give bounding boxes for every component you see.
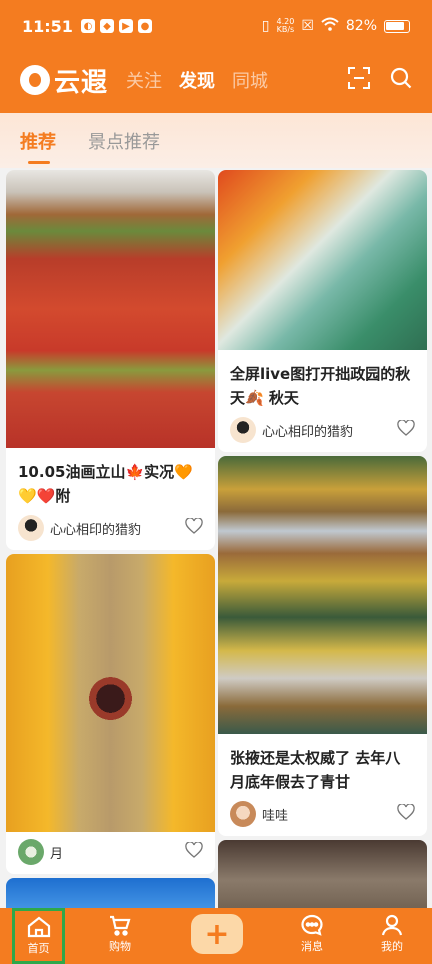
- battery-percent: 82%: [345, 18, 377, 34]
- card-image: [218, 840, 427, 908]
- logo-icon: [20, 65, 50, 95]
- heart-icon[interactable]: [397, 419, 415, 440]
- card-author: 哇哇: [262, 808, 289, 824]
- status-time: 11:51: [22, 16, 73, 36]
- card-image: [6, 878, 215, 908]
- top-nav-follow[interactable]: 关注: [126, 67, 162, 93]
- heart-icon[interactable]: [185, 517, 203, 538]
- top-nav-local[interactable]: 同城: [232, 67, 268, 93]
- net-speed: 4.20 KB/s: [277, 18, 295, 34]
- feed-card[interactable]: 张掖还是太权威了 去年八月底年假去了青甘 哇哇: [218, 456, 427, 836]
- card-author: 心心相印的猎豹: [262, 424, 354, 440]
- avatar: [18, 515, 44, 541]
- nav-shopping-label: 购物: [109, 940, 131, 953]
- play-notification-icon: ▶: [118, 19, 133, 33]
- home-icon: [27, 916, 50, 938]
- search-icon[interactable]: [390, 67, 412, 93]
- app-notification-icon: ◆: [99, 19, 114, 33]
- notification-icons: ◐ ◆ ▶ ●: [80, 19, 152, 33]
- card-image: [6, 554, 215, 832]
- top-nav: 关注 发现 同城: [126, 67, 268, 93]
- app-notification-icon: ◐: [80, 19, 95, 33]
- sim-off-icon: ☒: [301, 18, 314, 34]
- card-title: 10.05油画立山🍁实况🧡💛❤️附: [18, 463, 193, 505]
- card-title: 全屏live图打开拙政园的秋天🍂 秋天: [230, 365, 411, 407]
- card-image: [6, 170, 215, 448]
- tab-recommend[interactable]: 推荐: [20, 128, 56, 164]
- card-meta: 月: [6, 832, 215, 872]
- scan-icon[interactable]: [348, 67, 370, 93]
- status-bar: 11:51 ◐ ◆ ▶ ● ▯ 4.20 KB/s ☒ 82%: [0, 0, 432, 52]
- card-author: 月: [50, 846, 64, 862]
- app-notification-icon: ●: [137, 19, 152, 33]
- app-logo: 云遐: [20, 62, 108, 99]
- battery-icon: [384, 19, 410, 33]
- nav-messages-label: 消息: [301, 940, 323, 953]
- user-icon: [381, 914, 403, 936]
- top-nav-row: 云遐 关注 发现 同城: [0, 52, 432, 108]
- avatar: [230, 801, 256, 827]
- card-meta: 心心相印的猎豹: [6, 508, 215, 548]
- card-author: 心心相印的猎豹: [50, 522, 142, 538]
- heart-icon[interactable]: [185, 841, 203, 862]
- feed-card[interactable]: 全屏live图打开拙政园的秋天🍂 秋天 心心相印的猎豹: [218, 170, 427, 452]
- nav-profile[interactable]: 我的: [352, 914, 432, 954]
- feed-card[interactable]: [6, 878, 215, 908]
- heart-icon[interactable]: [397, 803, 415, 824]
- message-icon: [301, 914, 323, 936]
- top-nav-discover[interactable]: 发现: [179, 67, 215, 93]
- card-title: 张掖还是太权威了 去年八月底年假去了青甘: [230, 749, 401, 791]
- nav-shopping[interactable]: 购物: [80, 914, 160, 954]
- avatar: [18, 839, 44, 865]
- logo-text: 云遐: [54, 67, 109, 98]
- nav-messages[interactable]: 消息: [272, 914, 352, 954]
- bottom-nav: 首页 购物 + 消息 我的: [0, 908, 432, 964]
- feed-card[interactable]: 10.05油画立山🍁实况🧡💛❤️附 心心相印的猎豹: [6, 170, 215, 550]
- tab-attractions[interactable]: 景点推荐: [88, 128, 160, 154]
- net-speed-unit: KB/s: [276, 25, 295, 34]
- header-actions: [348, 67, 412, 93]
- card-meta: 心心相印的猎豹: [218, 410, 427, 450]
- feed-card[interactable]: 月: [6, 554, 215, 874]
- feed: 10.05油画立山🍁实况🧡💛❤️附 心心相印的猎豹 月 全屏live图打开拙政园…: [0, 168, 432, 908]
- nav-profile-label: 我的: [381, 940, 403, 953]
- cart-icon: [110, 915, 131, 936]
- vibrate-icon: ▯: [261, 18, 270, 34]
- card-image: [218, 456, 427, 734]
- nav-home[interactable]: 首页: [12, 908, 65, 964]
- app-header: 11:51 ◐ ◆ ▶ ● ▯ 4.20 KB/s ☒ 82% 云遐 关注 发现…: [0, 0, 432, 113]
- content-tabs: 推荐 景点推荐: [0, 113, 432, 168]
- feed-card[interactable]: [218, 840, 427, 908]
- wifi-icon: [321, 17, 339, 35]
- nav-home-label: 首页: [27, 942, 50, 955]
- card-image: [218, 170, 427, 350]
- status-right: ▯ 4.20 KB/s ☒ 82%: [262, 17, 410, 35]
- card-meta: 哇哇: [218, 794, 427, 834]
- publish-button[interactable]: +: [191, 914, 243, 954]
- avatar: [230, 417, 256, 443]
